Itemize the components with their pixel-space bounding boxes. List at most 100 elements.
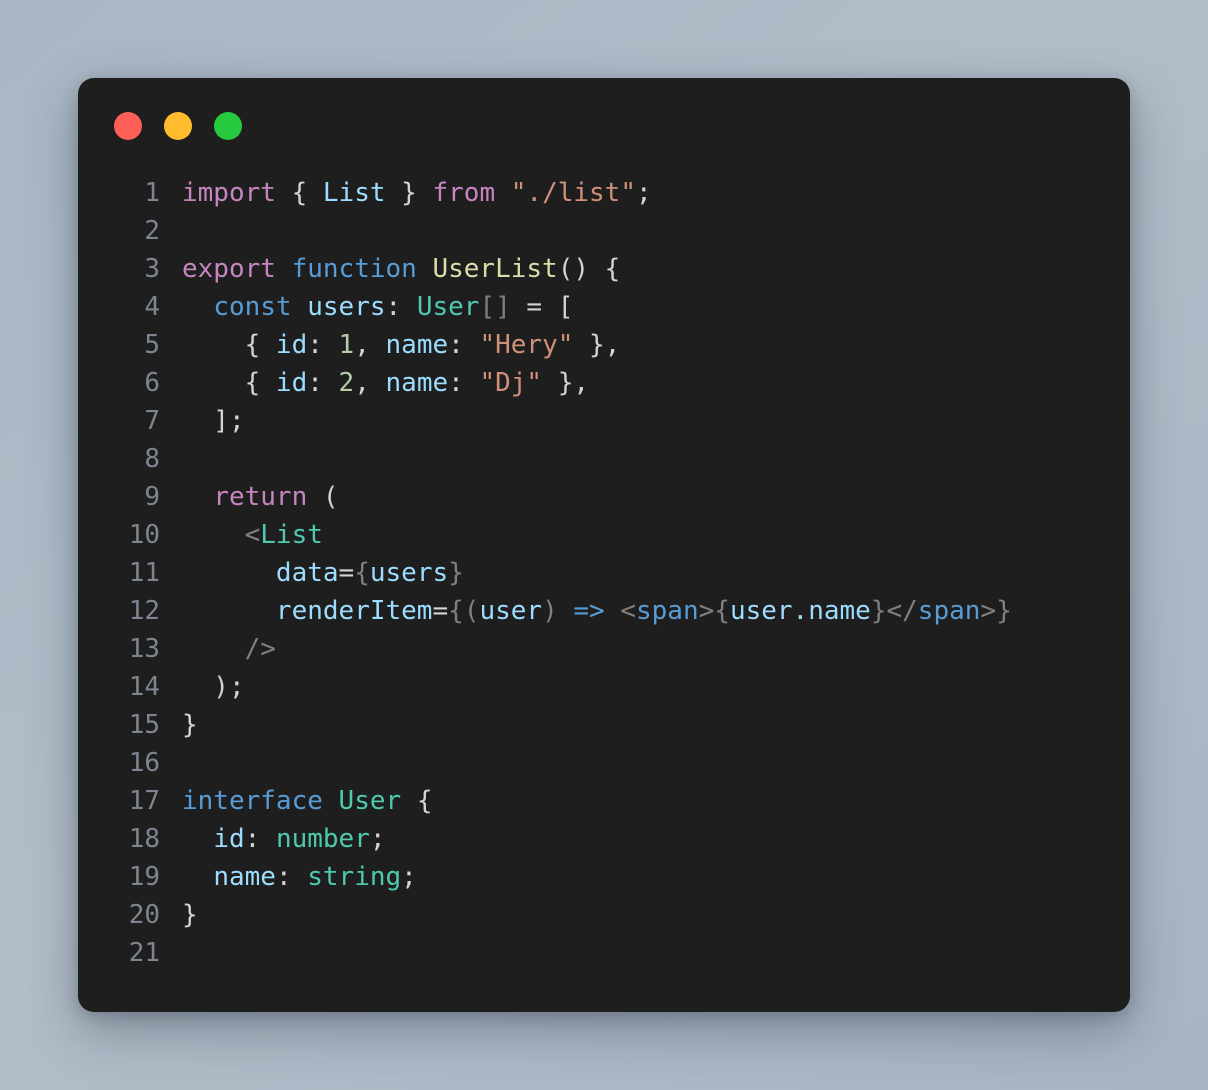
code-token: name (385, 330, 449, 360)
line-number: 17 (128, 786, 160, 816)
code-line-text[interactable]: return ( (182, 478, 1130, 516)
code-line[interactable]: 3 export function UserList() { (102, 250, 1130, 288)
code-token: "Hery" (479, 330, 574, 360)
code-token: { (448, 596, 464, 626)
code-token: ; (369, 824, 386, 854)
code-token: } (870, 596, 887, 626)
code-line[interactable]: 14 ); (102, 668, 1130, 706)
code-token: </ (886, 596, 918, 626)
code-line[interactable]: 16 (102, 744, 1130, 782)
code-line-text[interactable]: } (182, 896, 1130, 934)
line-number: 19 (128, 862, 160, 892)
code-token: > (698, 596, 715, 626)
code-token: return (213, 482, 308, 512)
code-token: () { (557, 254, 621, 284)
code-token: List (260, 520, 323, 550)
code-line-text[interactable]: interface User { (182, 782, 1130, 820)
code-line-text[interactable]: import { List } from "./list"; (182, 174, 1130, 212)
code-line[interactable]: 1 import { List } from "./list"; (102, 174, 1130, 212)
code-line[interactable]: 5 { id: 1, name: "Hery" }, (102, 326, 1130, 364)
code-token: renderItem (275, 596, 433, 626)
line-number: 13 (128, 634, 160, 664)
code-token: }, (573, 330, 621, 360)
code-token: } (996, 596, 1012, 626)
code-token: UserList (432, 254, 558, 284)
line-number: 5 (144, 330, 160, 360)
code-token: export (182, 254, 276, 284)
code-line-text[interactable]: <List (182, 516, 1130, 554)
code-token: < (244, 520, 261, 550)
code-line[interactable]: 13 /> (102, 630, 1130, 668)
code-editor[interactable]: 1 import { List } from "./list"; 2 3 export … (78, 174, 1130, 1012)
code-line[interactable]: 8 (102, 440, 1130, 478)
code-token: > (980, 596, 997, 626)
code-line[interactable]: 19 name: string; (102, 858, 1130, 896)
code-token: user.name (729, 596, 871, 626)
code-token: : (275, 862, 308, 892)
code-line[interactable]: 10 <List (102, 516, 1130, 554)
code-line-text[interactable]: { id: 2, name: "Dj" }, (182, 364, 1130, 402)
code-token: 1 (338, 330, 355, 360)
code-token: "Dj" (479, 368, 543, 398)
code-token: { (182, 330, 276, 360)
code-token: ]; (182, 406, 245, 436)
code-token: function (291, 254, 417, 284)
line-number: 14 (128, 672, 160, 702)
code-line[interactable]: 9 return ( (102, 478, 1130, 516)
line-number: 3 (144, 254, 160, 284)
code-line[interactable]: 4 const users: User[] = [ (102, 288, 1130, 326)
code-line[interactable]: 12 renderItem={(user) => <span>{user.nam… (102, 592, 1130, 630)
code-token: : (448, 368, 480, 398)
minimize-button-icon[interactable] (164, 112, 192, 140)
code-line-text[interactable]: id: number; (182, 820, 1130, 858)
code-line[interactable]: 7 ]; (102, 402, 1130, 440)
code-line[interactable]: 6 { id: 2, name: "Dj" }, (102, 364, 1130, 402)
maximize-button-icon[interactable] (214, 112, 242, 140)
code-token: } (448, 558, 464, 588)
code-token: : (307, 330, 339, 360)
code-line-text[interactable]: { id: 1, name: "Hery" }, (182, 326, 1130, 364)
code-line[interactable]: 15} (102, 706, 1130, 744)
code-token: string (307, 862, 402, 892)
code-token: User (416, 292, 480, 322)
close-button-icon[interactable] (114, 112, 142, 140)
code-line-text[interactable]: ); (182, 668, 1130, 706)
code-token: interface (182, 786, 323, 816)
code-line[interactable]: 21 (102, 934, 1130, 972)
code-line[interactable]: 20} (102, 896, 1130, 934)
code-token: span (636, 596, 699, 626)
code-token: name (213, 862, 276, 892)
code-token: , (354, 368, 386, 398)
code-line-text[interactable]: const users: User[] = [ (182, 288, 1130, 326)
code-token: ) (542, 596, 558, 626)
code-window: 1 import { List } from "./list"; 2 3 export … (78, 78, 1130, 1012)
code-line[interactable]: 2 (102, 212, 1130, 250)
code-token: < (620, 596, 636, 626)
code-line-text[interactable]: ]; (182, 402, 1130, 440)
code-token: => (573, 596, 605, 626)
code-token: users (369, 558, 449, 588)
code-line[interactable]: 18 id: number; (102, 820, 1130, 858)
code-line-text[interactable]: export function UserList() { (182, 250, 1130, 288)
code-line-text[interactable]: data={users} (182, 554, 1130, 592)
code-token: = (338, 558, 355, 588)
code-line[interactable]: 17 interface User { (102, 782, 1130, 820)
code-token: id (213, 824, 245, 854)
code-line[interactable]: 11 data={users} (102, 554, 1130, 592)
code-token: number (275, 824, 370, 854)
code-line-text[interactable]: /> (182, 630, 1130, 668)
line-number: 15 (128, 710, 160, 740)
code-line-text[interactable]: } (182, 706, 1130, 744)
code-line-text[interactable]: renderItem={(user) => <span>{user.name}<… (182, 592, 1130, 630)
code-line-text[interactable]: name: string; (182, 858, 1130, 896)
